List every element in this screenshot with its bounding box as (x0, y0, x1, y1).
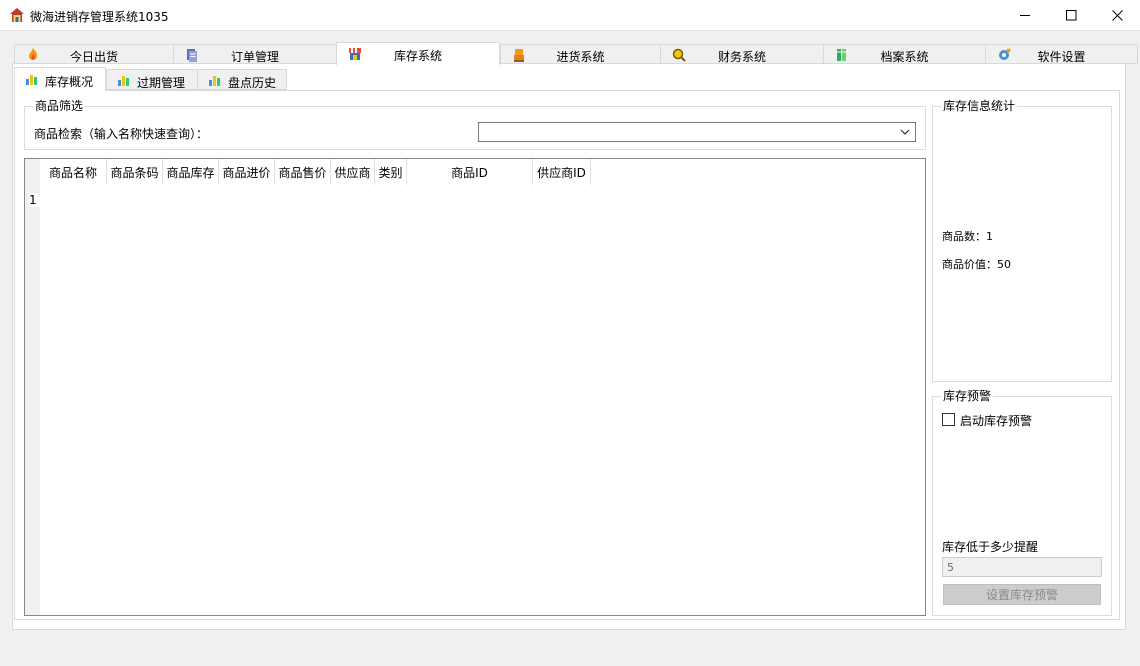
column-header[interactable]: 商品售价 (275, 159, 331, 185)
threshold-label: 库存低于多少提醒 (942, 540, 1039, 554)
tab-archive-system[interactable]: 档案系统 (823, 44, 986, 64)
tab-label: 财务系统 (717, 50, 766, 64)
maximize-icon (1065, 10, 1076, 21)
column-header[interactable]: 供应商ID (533, 159, 591, 185)
product-count: 商品数：1 (942, 230, 993, 243)
tab-order-management[interactable]: 订单管理 (173, 44, 337, 64)
row-header-column (25, 159, 40, 615)
tab-label: 档案系统 (880, 50, 929, 64)
warning-group: 库存预警 (932, 389, 1112, 616)
stats-group-title: 库存信息统计 (941, 99, 1018, 113)
tab-label: 库存系统 (393, 49, 442, 63)
threshold-input[interactable]: 5 (942, 557, 1102, 577)
subtab-expiry-management[interactable]: 过期管理 (106, 69, 198, 90)
tab-label: 软件设置 (1037, 50, 1086, 64)
tab-finance-system[interactable]: 财务系统 (660, 44, 824, 64)
product-value: 商品价值：50 (942, 258, 1011, 271)
chart-icon (26, 75, 37, 85)
chevron-down-icon (900, 129, 910, 135)
tab-today-shipment[interactable]: 今日出货 (14, 44, 174, 64)
title-bar: 微海进销存管理系统1035 (0, 0, 1140, 31)
search-combobox[interactable] (478, 122, 916, 142)
close-button[interactable] (1094, 0, 1140, 31)
tab-label: 订单管理 (230, 50, 279, 64)
column-header[interactable]: 商品进价 (219, 159, 275, 185)
chart-icon (118, 76, 129, 86)
subtab-stocktake-history[interactable]: 盘点历史 (197, 69, 287, 90)
tab-label: 进货系统 (556, 50, 605, 64)
subtab-label: 库存概况 (45, 75, 94, 89)
enable-warning-label[interactable]: 启动库存预警 (960, 412, 1032, 429)
column-header[interactable]: 商品条码 (107, 159, 163, 185)
set-warning-button[interactable]: 设置库存预警 (943, 584, 1101, 605)
main-tab-strip: 今日出货 订单管理 库存系统 进货系统 财务系统 档案系统 软件设置 (14, 42, 1138, 65)
column-header[interactable]: 商品库存 (163, 159, 219, 185)
house-icon (10, 8, 24, 22)
column-header[interactable]: 商品ID (407, 159, 533, 185)
tab-inventory-system[interactable]: 库存系统 (336, 42, 500, 65)
column-header[interactable]: 商品名称 (40, 159, 107, 185)
inventory-grid[interactable]: 商品名称 商品条码 商品库存 商品进价 商品售价 供应商 类别 商品ID 供应商… (24, 158, 926, 616)
stats-group: 库存信息统计 (932, 99, 1112, 382)
tab-label: 今日出货 (69, 50, 118, 64)
filter-group-title: 商品筛选 (33, 99, 86, 113)
tab-purchase-system[interactable]: 进货系统 (500, 44, 661, 64)
chart-icon (209, 76, 220, 86)
tab-software-settings[interactable]: 软件设置 (985, 44, 1138, 64)
subtab-label: 过期管理 (137, 76, 186, 90)
search-label: 商品检索（输入名称快速查询）： (34, 127, 209, 141)
window-title: 微海进销存管理系统1035 (30, 10, 169, 24)
subtab-inventory-overview[interactable]: 库存概况 (14, 67, 106, 91)
minimize-icon (1019, 15, 1030, 16)
sub-tab-strip: 库存概况 过期管理 盘点历史 (14, 67, 1134, 91)
warning-group-title: 库存预警 (941, 389, 994, 403)
close-icon (1111, 10, 1123, 21)
maximize-button[interactable] (1048, 0, 1094, 31)
enable-warning-checkbox[interactable] (942, 413, 955, 426)
row-number: 1 (29, 193, 40, 207)
minimize-button[interactable] (1002, 0, 1048, 31)
column-header[interactable]: 类别 (375, 159, 407, 185)
subtab-label: 盘点历史 (228, 76, 277, 90)
column-header[interactable]: 供应商 (331, 159, 375, 185)
